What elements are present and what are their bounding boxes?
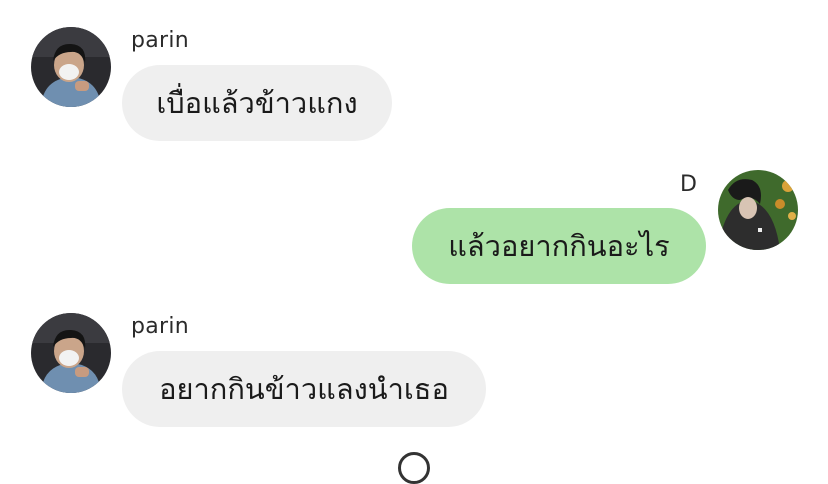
parin-avatar-icon[interactable] bbox=[31, 313, 111, 393]
message-bubble-outgoing[interactable]: แล้วอยากกินอะไร bbox=[412, 208, 706, 284]
parin-avatar-icon[interactable] bbox=[31, 27, 111, 107]
d-avatar-icon[interactable] bbox=[718, 170, 798, 250]
message-bubble-incoming[interactable]: อยากกินข้าวแลงนำเธอ bbox=[122, 351, 486, 427]
sender-name: parin bbox=[131, 28, 190, 53]
scroll-indicator-icon[interactable] bbox=[398, 452, 430, 484]
sender-name: parin bbox=[131, 314, 190, 339]
message-bubble-incoming[interactable]: เบื่อแล้วข้าวแกง bbox=[122, 65, 392, 141]
sender-name: D bbox=[680, 172, 698, 197]
